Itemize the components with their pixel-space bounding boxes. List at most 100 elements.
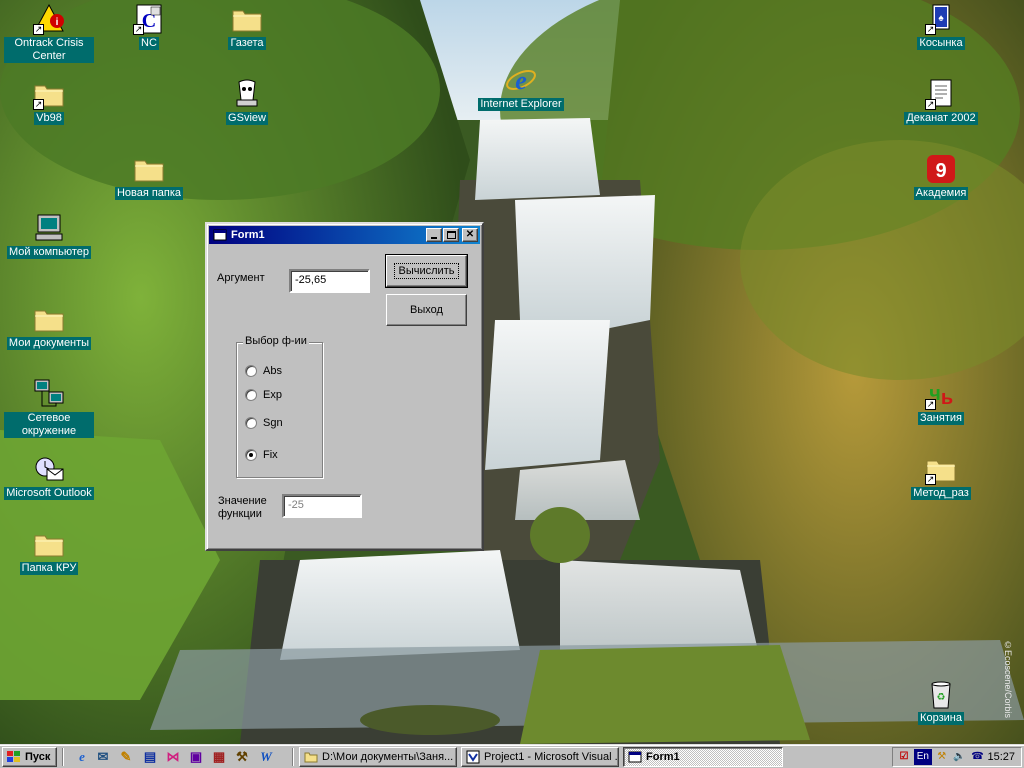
desktop-wallpaper [0, 0, 1024, 744]
quicklaunch-pencil-icon[interactable]: ✎ [118, 749, 134, 765]
desktop-icon-outlook[interactable]: Microsoft Outlook [4, 453, 94, 500]
result-label-line1: Значение [218, 495, 267, 507]
akademia-icon: 9 [925, 153, 957, 185]
system-tray: ☑ En ⚒ 🔈 ☎ 15:27 [892, 747, 1022, 767]
quicklaunch-grid-icon[interactable]: ▦ [211, 749, 227, 765]
task-label: D:\Мои документы\Заня... [322, 751, 454, 763]
desktop-icon-ontrack[interactable]: i ↗ Ontrack Crisis Center [4, 3, 94, 63]
desktop-icon-internet-explorer[interactable]: e Internet Explorer [476, 64, 566, 111]
computer-icon [33, 212, 65, 244]
desktop-icon-label: Деканат 2002 [904, 112, 978, 125]
desktop-icon-label: Мои документы [6, 337, 92, 350]
maximize-button[interactable] [443, 228, 459, 242]
calculate-button[interactable]: Вычислить [385, 254, 468, 288]
desktop-icon-dekanat[interactable]: ↗ Деканат 2002 [896, 78, 986, 125]
form1-window[interactable]: Form1 ✕ Аргумент -25,65 Вычислить Выход … [205, 222, 484, 551]
svg-text:e: e [515, 66, 527, 95]
desktop-icon-label: Занятия [918, 412, 964, 425]
quicklaunch-word-icon[interactable]: W [258, 749, 274, 765]
desktop-icon-akademia[interactable]: 9 Академия [896, 153, 986, 200]
taskbar: Пуск e ✉ ✎ ▤ ⋈ ▣ ▦ ⚒ W D:\Мои документы\… [0, 744, 1024, 768]
desktop-icon-label: Академия [913, 187, 969, 200]
option-label: Abs [263, 365, 282, 377]
desktop-icon-nc[interactable]: C ↗ NC [104, 3, 194, 50]
outlook-icon [33, 453, 65, 485]
exit-button[interactable]: Выход [386, 294, 467, 326]
start-label: Пуск [25, 751, 51, 763]
folder-icon [33, 528, 65, 560]
minimize-button[interactable] [426, 228, 442, 242]
quicklaunch-ie-icon[interactable]: e [74, 749, 90, 765]
vb-icon [466, 750, 480, 764]
svg-text:9: 9 [935, 160, 946, 182]
option-sgn[interactable]: Sgn [245, 417, 283, 429]
radio-button[interactable] [245, 417, 257, 429]
option-label: Sgn [263, 417, 283, 429]
desktop-icon-zanyatia[interactable]: чь ↗ Занятия [896, 378, 986, 425]
desktop-icon-my-computer[interactable]: Мой компьютер [4, 212, 94, 259]
desktop-icon-label: Косынка [917, 37, 965, 50]
argument-input[interactable]: -25,65 [289, 269, 370, 293]
desktop-icon-label: Ontrack Crisis Center [4, 37, 94, 63]
svg-text:♠: ♠ [938, 13, 944, 24]
form1-title: Form1 [231, 229, 265, 241]
svg-text:♻: ♻ [937, 692, 946, 703]
svg-text:i: i [56, 17, 59, 28]
minimize-icon [431, 237, 437, 239]
desktop-icon-vb98[interactable]: ↗ Vb98 [4, 78, 94, 125]
form1-titlebar[interactable]: Form1 ✕ [209, 226, 480, 244]
task-form1[interactable]: Form1 [623, 747, 783, 767]
language-indicator[interactable]: En [913, 749, 932, 765]
dekanat-icon: ↗ [925, 78, 957, 110]
desktop-icon-label: Метод_раз [911, 487, 971, 500]
radio-button[interactable] [245, 365, 257, 377]
taskbar-separator [62, 748, 64, 766]
desktop-icon-kosynka[interactable]: ♠ ↗ Косынка [896, 3, 986, 50]
tray-volume-icon[interactable]: 🔈 [952, 749, 968, 765]
option-exp[interactable]: Exp [245, 389, 282, 401]
quicklaunch-app-icon[interactable]: ▤ [142, 749, 158, 765]
quicklaunch-outlook-icon[interactable]: ✉ [95, 749, 111, 765]
desktop-icon-label: Папка КРУ [19, 562, 79, 575]
quicklaunch-tool-icon[interactable]: ⚒ [234, 749, 250, 765]
folder-icon [133, 153, 165, 185]
desktop-icon-label: NC [139, 37, 159, 50]
tray-phone-icon[interactable]: ☎ [970, 749, 986, 765]
desktop-icon-label: Internet Explorer [478, 98, 564, 111]
quicklaunch-disk-icon[interactable]: ▣ [188, 749, 204, 765]
task-label: Project1 - Microsoft Visual ... [484, 751, 619, 763]
start-button[interactable]: Пуск [2, 747, 57, 767]
desktop-icon-network[interactable]: Сетевое окружение [4, 378, 94, 438]
task-visual-basic[interactable]: Project1 - Microsoft Visual ... [461, 747, 619, 767]
nc-icon: C ↗ [133, 3, 165, 35]
desktop-icon-kru[interactable]: Папка КРУ [4, 528, 94, 575]
tray-checkmark-icon[interactable]: ☑ [896, 749, 912, 765]
zanyatia-icon: чь ↗ [925, 383, 954, 410]
function-choice-title: Выбор ф-ии [243, 335, 309, 347]
desktop-icon-recycle-bin[interactable]: ♻ Корзина [896, 678, 986, 725]
desktop-icon-my-documents[interactable]: Мои документы [4, 303, 94, 350]
folder-icon: ↗ [33, 78, 65, 110]
radio-button[interactable] [245, 449, 257, 461]
radio-button[interactable] [245, 389, 257, 401]
wallpaper-watermark: ©Ecoscene/Corbis [1003, 640, 1013, 719]
option-abs[interactable]: Abs [245, 365, 282, 377]
desktop-icon-gazeta[interactable]: Газета [202, 3, 292, 50]
desktop-icon-new-folder[interactable]: Новая папка [104, 153, 194, 200]
close-button[interactable]: ✕ [462, 228, 478, 242]
argument-label: Аргумент [217, 272, 265, 284]
desktop-icon-gsview[interactable]: GSview [202, 78, 292, 125]
desktop-icon-label: Мой компьютер [6, 246, 92, 259]
option-label: Fix [263, 449, 278, 461]
clock[interactable]: 15:27 [987, 751, 1015, 763]
folder-icon: ↗ [925, 453, 957, 485]
desktop-icon-metod[interactable]: ↗ Метод_раз [896, 453, 986, 500]
tray-tools-icon[interactable]: ⚒ [934, 749, 950, 765]
quicklaunch-bowtie-icon[interactable]: ⋈ [165, 749, 181, 765]
task-explorer[interactable]: D:\Мои документы\Заня... [299, 747, 457, 767]
desktop-icon-label: Сетевое окружение [4, 412, 94, 438]
desktop-icon-label: Microsoft Outlook [4, 487, 94, 500]
desktop-icon-label: Газета [228, 37, 266, 50]
option-fix[interactable]: Fix [245, 449, 278, 461]
result-output: -25 [282, 494, 362, 518]
